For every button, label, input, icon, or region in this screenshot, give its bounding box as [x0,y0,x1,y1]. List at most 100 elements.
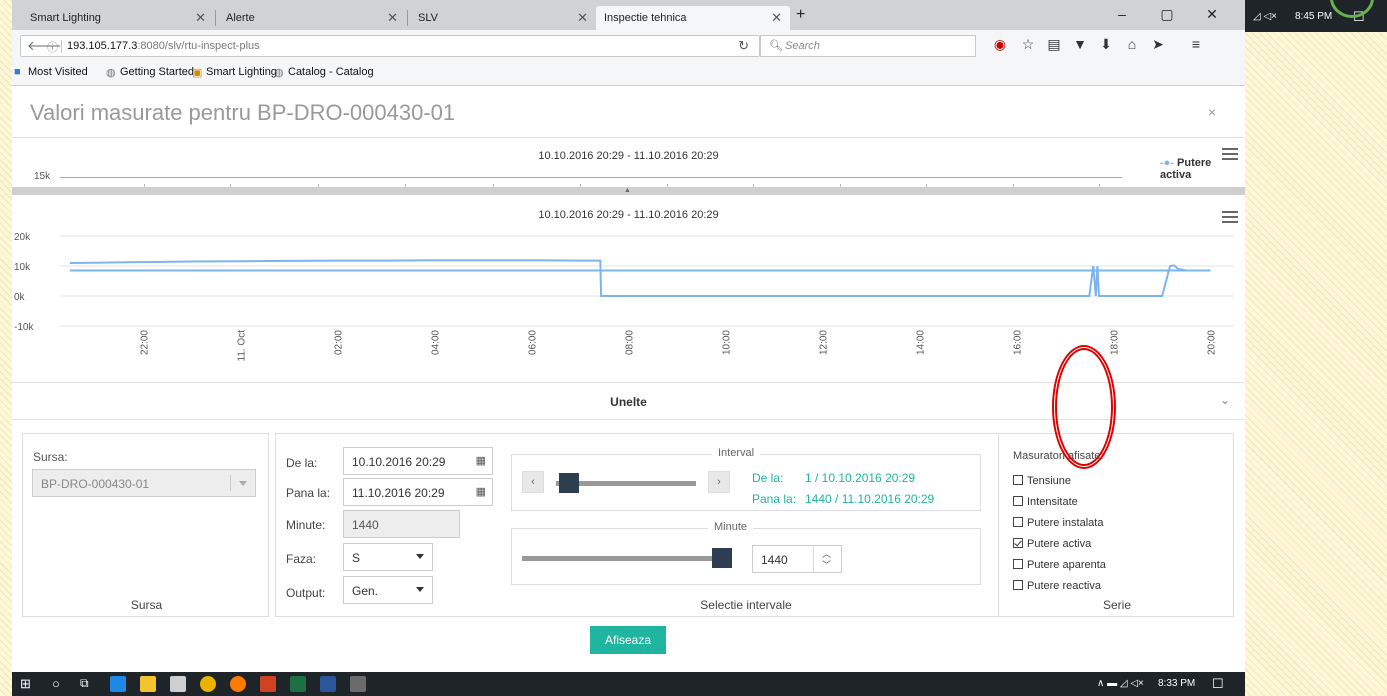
bookmark-most-visited[interactable]: Most Visited [28,66,88,78]
legend-marker-icon: -●- [1160,157,1174,169]
close-tab-icon[interactable]: ✕ [577,6,588,30]
checkbox-box[interactable] [1013,496,1023,506]
from-date-input[interactable]: 10.10.2016 20:29 ▦ [343,447,493,475]
pocket-icon[interactable]: ▼ [1070,36,1090,52]
minutes-handle[interactable] [712,548,732,568]
minimize-icon[interactable]: – [1107,6,1137,22]
new-tab-button[interactable]: + [796,6,805,24]
checkbox-box[interactable] [1013,580,1023,590]
from-label: De la: [286,456,318,470]
chart-menu-icon[interactable] [1222,148,1238,163]
checkbox-box[interactable] [1013,538,1023,548]
interval-legend: Interval [712,447,761,459]
checkbox-putere-instalata[interactable]: Putere instalata [1013,517,1103,529]
info-icon[interactable]: ⓘ [47,39,58,55]
home-icon[interactable]: ⌂ [1122,36,1142,52]
minutes-legend: Minute [708,521,754,533]
file-explorer-icon[interactable] [140,676,156,692]
navigator-chart: 10.10.2016 20:29 - 11.10.2016 20:29 15k … [12,138,1245,188]
minutes-input: 1440 [343,510,460,538]
windows-start-icon[interactable]: ⊞ [20,676,31,692]
calendar-icon[interactable]: ▦ [476,485,486,498]
x-tick-label: 02:00 [334,330,345,355]
checkbox-label: Intensitate [1027,496,1078,508]
globe-icon: ◍ [274,67,284,79]
phase-select[interactable]: S [343,543,433,571]
checkbox-putere-aparenta[interactable]: Putere aparenta [1013,559,1106,571]
source-select[interactable]: BP-DRO-000430-01 [32,469,256,497]
series-panel: Masuratori afisate: Tensiune Intensitate… [998,433,1234,617]
y-tick-label: 20k [14,232,31,243]
tab-slv[interactable]: SLV ✕ [410,6,596,30]
x-tick-label: 04:00 [431,330,442,355]
task-view-icon[interactable]: ⧉ [80,676,89,691]
afiseaza-button[interactable]: Afiseaza [590,626,666,654]
url-separator [61,40,62,53]
interval-next-button[interactable]: › [708,471,730,493]
close-tab-icon[interactable]: ✕ [387,6,398,30]
record-icon[interactable]: ◉ [990,36,1010,53]
interval-prev-button[interactable]: ‹ [522,471,544,493]
store-icon[interactable] [170,676,186,692]
close-window-icon[interactable]: ✕ [1197,6,1227,23]
interval-handle[interactable] [559,473,579,493]
calendar-icon[interactable]: ▦ [476,454,486,467]
edge-icon[interactable] [110,676,126,692]
close-tab-icon[interactable]: ✕ [771,6,782,30]
browser-window: Smart Lighting ✕ Alerte ✕ SLV ✕ Inspectie t… [12,0,1245,696]
checkbox-tensiune[interactable]: Tensiune [1013,475,1071,487]
minutes-stepper[interactable]: 1440 ︿ ﹀ [752,545,842,573]
paint-icon[interactable] [350,676,366,692]
output-select[interactable]: Gen. [343,576,433,604]
bookmarks-bar: ■ Most Visited ◍ Getting Started ▣ Smart… [12,60,1245,86]
to-date-input[interactable]: 11.10.2016 20:29 ▦ [343,478,493,506]
checkbox-putere-reactiva[interactable]: Putere reactiva [1013,580,1101,592]
excel-icon[interactable] [290,676,306,692]
checkbox-putere-activa[interactable]: Putere activa [1013,538,1091,550]
output-value: Gen. [352,584,379,598]
action-center-icon[interactable]: ☐ [1212,676,1224,692]
navigator-axis-line [60,177,1122,178]
search-box[interactable]: 🔍︎ Search [760,35,976,57]
bookmarks-icon[interactable]: ■ [14,66,21,78]
minutes-track[interactable] [522,556,732,561]
close-dialog-button[interactable]: × [1208,104,1216,120]
download-icon[interactable]: ⬇ [1096,36,1116,53]
bookmark-smart-lighting[interactable]: Smart Lighting [206,66,277,78]
cortana-icon[interactable]: ○ [52,676,60,691]
source-footer: Sursa [130,598,163,612]
word-icon[interactable] [320,676,336,692]
interval-to-value: 1440 / 11.10.2016 20:29 [805,492,935,506]
bookmark-getting-started[interactable]: Getting Started [120,66,194,78]
minutes-stepper-value: 1440 [761,553,788,567]
chevron-down-icon[interactable]: ﹀ [822,558,831,571]
hamburger-menu-icon[interactable]: ≡ [1186,36,1206,52]
maximize-icon[interactable]: ▢ [1152,6,1182,23]
chevron-down-icon[interactable]: ⌄ [1220,393,1230,407]
scroll-arrow-icon[interactable]: ▲ [624,187,631,194]
x-tick-label: 16:00 [1013,330,1024,355]
address-bar[interactable]: 🡐 ⓘ 193.105.177.3:8080/slv/rtu-inspect-p… [20,35,760,57]
tab-bar: Smart Lighting ✕ Alerte ✕ SLV ✕ Inspectie t… [12,0,1245,30]
firefox-icon[interactable] [230,676,246,692]
close-tab-icon[interactable]: ✕ [195,6,206,30]
source-panel: Sursa: BP-DRO-000430-01 Sursa [22,433,269,617]
bookmark-catalog[interactable]: Catalog - Catalog [288,66,374,78]
checkbox-intensitate[interactable]: Intensitate [1013,496,1078,508]
tab-smart-lighting[interactable]: Smart Lighting ✕ [22,6,214,30]
powerpoint-icon[interactable] [260,676,276,692]
line-chart-svg: 20k 10k 0k -10k 22:00 11. Oct 02:00 04:00 06:00 0… [14,232,1234,362]
series-footer: Serie [1102,598,1131,612]
checkbox-box[interactable] [1013,559,1023,569]
checkbox-box[interactable] [1013,475,1023,485]
checkbox-box[interactable] [1013,517,1023,527]
page-title: Valori masurate pentru BP-DRO-000430-01 [30,100,456,125]
send-icon[interactable]: ➤ [1148,36,1168,53]
tab-inspectie-tehnica[interactable]: Inspectie tehnica ✕ [596,6,790,30]
tab-alerte[interactable]: Alerte ✕ [218,6,406,30]
select-divider [230,475,231,491]
reading-list-icon[interactable]: ▤ [1044,36,1064,53]
star-icon[interactable]: ☆ [1018,36,1038,53]
chrome-icon[interactable] [200,676,216,692]
reload-icon[interactable]: ↻ [738,38,749,54]
